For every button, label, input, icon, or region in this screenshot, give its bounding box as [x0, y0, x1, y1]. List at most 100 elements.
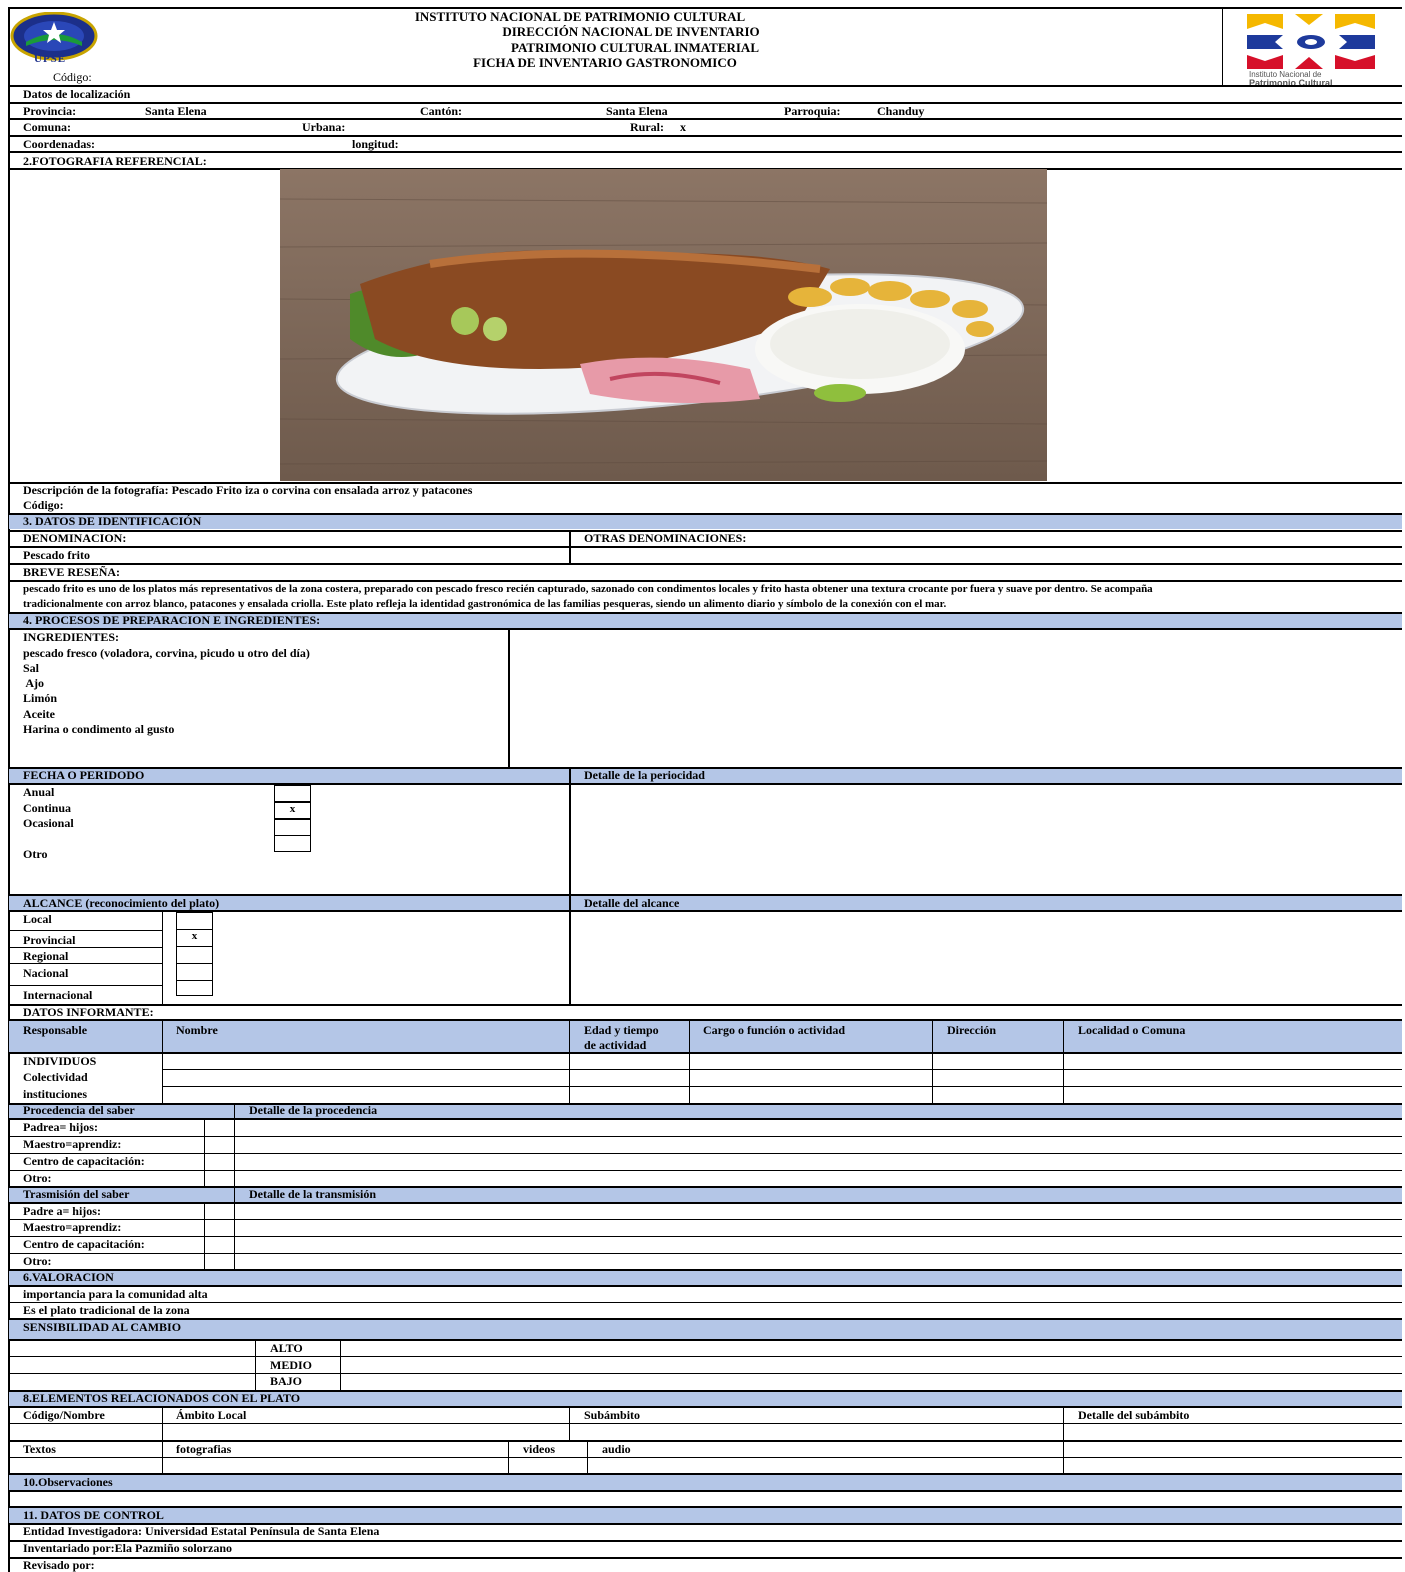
sensibilidad-title: SENSIBILIDAD AL CAMBIO [23, 1320, 182, 1334]
control-title: 11. DATOS DE CONTROL [23, 1508, 164, 1522]
periodo-checkbox[interactable] [274, 835, 311, 852]
informante-row: INDIVIDUOS [23, 1054, 97, 1068]
rural-mark: x [680, 120, 686, 134]
parroquia-value: Chanduy [877, 104, 925, 118]
alcance-checkbox[interactable] [176, 946, 213, 964]
informante-header: Edad y tiempo [584, 1023, 659, 1037]
inpc-logo: Instituto Nacional de Patrimonio Cultura… [1222, 9, 1401, 88]
procedencia-detalle-label: Detalle de la procedencia [249, 1103, 378, 1117]
periodo-title: FECHA O PERIDODO [23, 768, 145, 782]
denominacion-value: Pescado frito [23, 548, 90, 562]
transmision-row: Padre a= hijos: [23, 1204, 101, 1218]
comuna-label: Comuna: [23, 120, 72, 134]
elementos-media: audio [602, 1442, 631, 1456]
provincia-value: Santa Elena [145, 104, 207, 118]
periodo-checkbox[interactable] [274, 819, 311, 836]
otras-denominaciones-label: OTRAS DENOMINACIONES: [584, 531, 747, 545]
alcance-checkbox[interactable] [176, 963, 213, 981]
alcance-item: Nacional [23, 966, 69, 980]
rural-label: Rural: [630, 120, 664, 134]
procedencia-row: Maestro=aprendiz: [23, 1137, 122, 1151]
ingrediente-item: pescado fresco (voladora, corvina, picud… [23, 646, 310, 660]
alcance-checkbox[interactable] [176, 912, 213, 930]
periodo-item: Anual [23, 785, 55, 799]
ingrediente-item: Ajo [23, 676, 44, 690]
elementos-header: Subámbito [584, 1408, 641, 1422]
transmision-title: Trasmisión del saber [23, 1187, 130, 1201]
transmision-detalle-label: Detalle de la transmisión [249, 1187, 376, 1201]
longitud-label: longitud: [352, 137, 399, 151]
informante-header: Nombre [176, 1023, 218, 1037]
header-line-3: PATRIMONIO CULTURAL INMATERIAL [511, 40, 759, 55]
informante-row: Colectividad [23, 1070, 88, 1084]
ingrediente-item: Sal [23, 661, 40, 675]
fotografia-title: 2.FOTOGRAFIA REFERENCIAL: [23, 154, 207, 168]
resena-label: BREVE RESEÑA: [23, 565, 121, 579]
sensibilidad-level: BAJO [270, 1374, 303, 1388]
elementos-header: Detalle del subámbito [1078, 1408, 1190, 1422]
alcance-item: Regional [23, 949, 69, 963]
coordenadas-label: Coordenadas: [23, 137, 96, 151]
control-inventariado: Inventariado por:Ela Pazmiño solorzano [23, 1541, 232, 1555]
transmision-row: Maestro=aprendiz: [23, 1220, 122, 1234]
control-entidad: Entidad Investigadora: Universidad Estat… [23, 1524, 380, 1538]
parroquia-label: Parroquia: [784, 104, 841, 118]
elementos-header: Ámbito Local [176, 1408, 247, 1422]
alcance-checkbox[interactable] [176, 980, 213, 996]
canton-label: Cantón: [420, 104, 463, 118]
procedencia-row: Centro de capacitación: [23, 1154, 145, 1168]
inpc-logo-text-2: Patrimonio Cultural [1249, 78, 1333, 88]
alcance-item: Local [23, 912, 52, 926]
informante-header: Responsable [23, 1023, 88, 1037]
elementos-header: Código/Nombre [23, 1408, 105, 1422]
transmision-row: Centro de capacitación: [23, 1237, 145, 1251]
resena-text-2: tradicionalmente con arroz blanco, patac… [23, 598, 947, 610]
control-revisado: Revisado por: [23, 1558, 95, 1572]
elementos-title: 8.ELEMENTOS RELACIONADOS CON EL PLATO [23, 1391, 301, 1405]
elementos-media: fotografias [176, 1442, 232, 1456]
procedencia-row: Padrea= hijos: [23, 1120, 98, 1134]
informante-header: Localidad o Comuna [1078, 1023, 1186, 1037]
upse-logo-text: UPSE [34, 53, 67, 65]
periodo-item: Ocasional [23, 816, 74, 830]
canton-value: Santa Elena [606, 104, 668, 118]
alcance-item: Provincial [23, 933, 76, 947]
header-line-1: INSTITUTO NACIONAL DE PATRIMONIO CULTURA… [414, 9, 746, 24]
periodo-checkbox[interactable]: x [274, 802, 311, 819]
sensibilidad-level: MEDIO [270, 1358, 312, 1372]
procesos-title: 4. PROCESOS DE PREPARACION E INGREDIENTE… [23, 613, 321, 627]
foto-codigo-label: Código: [23, 498, 64, 512]
dish-photo [280, 169, 1047, 481]
alcance-title: ALCANCE (reconocimiento del plato) [23, 896, 220, 910]
informante-header: Dirección [947, 1023, 997, 1037]
denominacion-label: DENOMINACION: [23, 531, 127, 545]
periodo-detalle-label: Detalle de la periocidad [584, 768, 705, 782]
urbana-label: Urbana: [302, 120, 346, 134]
periodo-checkbox[interactable] [274, 785, 311, 802]
informante-row: instituciones [23, 1087, 88, 1101]
valoracion-line-1: importancia para la comunidad alta [23, 1287, 208, 1301]
periodo-item: Otro [23, 847, 48, 861]
header-codigo-label: Código: [53, 70, 92, 84]
ingrediente-item: Harina o condimento al gusto [23, 722, 175, 736]
sensibilidad-level: ALTO [270, 1341, 303, 1355]
periodo-item: Continua [23, 801, 72, 815]
valoracion-title: 6.VALORACION [23, 1270, 114, 1284]
ingredientes-label: INGREDIENTES: [23, 630, 120, 644]
informante-header: Cargo o función o actividad [703, 1023, 846, 1037]
resena-text-1: pescado frito es uno de los platos más r… [23, 583, 1153, 595]
identificacion-title: 3. DATOS DE IDENTIFICACIÓN [23, 514, 202, 528]
ingrediente-item: Limón [23, 691, 58, 705]
alcance-detalle-label: Detalle del alcance [584, 896, 680, 910]
elementos-media: videos [523, 1442, 556, 1456]
alcance-checkbox[interactable]: x [176, 929, 213, 947]
elementos-media: Textos [23, 1442, 56, 1456]
procedencia-title: Procedencia del saber [23, 1103, 135, 1117]
header-line-2: DIRECCIÓN NACIONAL DE INVENTARIO [502, 24, 760, 39]
localizacion-title: Datos de localización [23, 87, 131, 101]
procedencia-row: Otro: [23, 1171, 52, 1185]
header-line-4: FICHA DE INVENTARIO GASTRONOMICO [473, 55, 737, 70]
observaciones-title: 10.Observaciones [23, 1475, 113, 1489]
valoracion-line-2: Es el plato tradicional de la zona [23, 1303, 190, 1317]
ingrediente-item: Aceite [23, 707, 55, 721]
